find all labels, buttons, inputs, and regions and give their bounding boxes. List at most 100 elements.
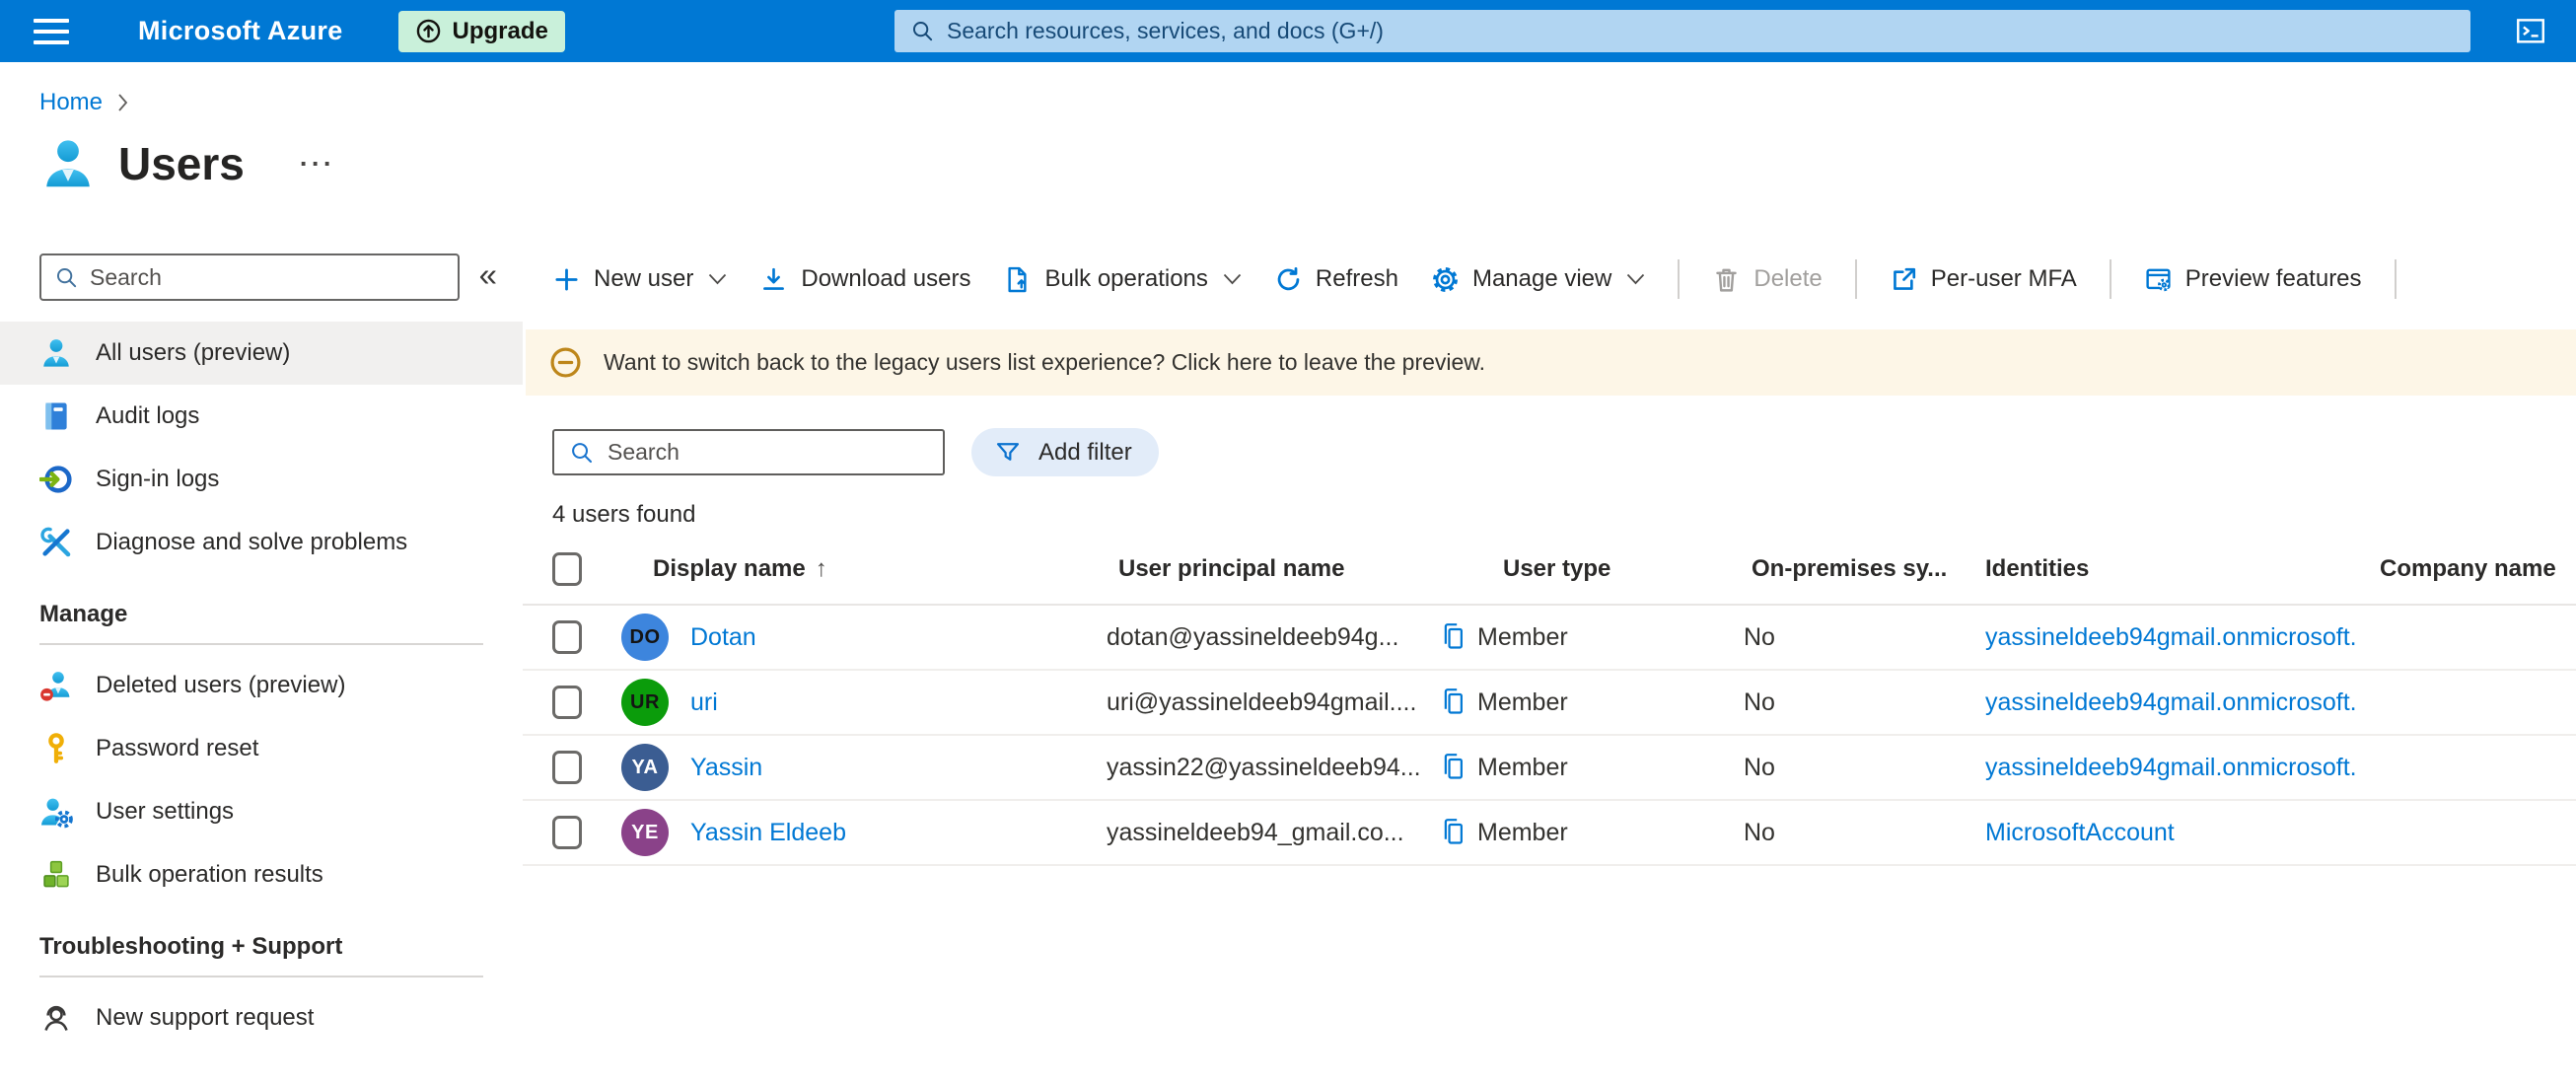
user-name-link[interactable]: uri [690,688,718,717]
sidebar-section-support: Troubleshooting + Support [39,933,343,960]
column-header-user-principal-name[interactable]: User principal name [1107,555,1477,583]
sidebar-search-input[interactable] [90,263,445,291]
chevron-down-icon [706,273,727,285]
refresh-button[interactable]: Refresh [1274,265,1398,294]
sidebar-item-deleted-users[interactable]: Deleted users (preview) [0,654,523,717]
user-name-link[interactable]: Yassin Eldeeb [690,819,846,847]
top-bar: Microsoft Azure Upgrade [0,0,2576,62]
divider [39,976,483,977]
download-icon [759,265,788,294]
manage-view-button[interactable]: Manage view [1431,265,1645,294]
sign-in-logs-icon [39,463,73,496]
sidebar-section-manage: Manage [39,601,128,627]
identities-link[interactable]: yassineldeeb94gmail.onmicrosoft. [1985,754,2380,782]
on-premises-sync: No [1744,687,1775,716]
user-type: Member [1477,622,1568,651]
preview-features-button[interactable]: Preview features [2144,265,2362,294]
list-search [552,429,945,475]
identities-link[interactable]: yassineldeeb94gmail.onmicrosoft. [1985,623,2380,652]
sidebar-item-audit-logs[interactable]: Audit logs [0,385,523,448]
plus-icon [552,265,581,294]
on-premises-sync: No [1744,622,1775,651]
add-filter-button[interactable]: Add filter [971,428,1159,476]
chevron-right-icon [114,92,132,113]
upgrade-button[interactable]: Upgrade [397,10,565,52]
search-icon [910,19,935,43]
content: New user Download users Bulk operations [523,238,2576,866]
row-checkbox[interactable] [552,620,582,654]
sidebar-item-diagnose[interactable]: Diagnose and solve problems [0,511,523,574]
support-request-icon [39,1001,73,1035]
row-checkbox[interactable] [552,686,582,719]
cloud-shell-icon[interactable] [2511,12,2550,49]
copy-icon[interactable] [1438,817,1477,848]
sidebar-item-password-reset[interactable]: Password reset [0,717,523,780]
bulk-results-icon [39,858,73,892]
avatar: UR [621,679,669,726]
deleted-users-icon [39,669,73,702]
row-checkbox[interactable] [552,751,582,784]
search-icon [569,440,595,466]
avatar: YE [621,809,669,856]
delete-button[interactable]: Delete [1712,265,1823,294]
sidebar-item-sign-in-logs[interactable]: Sign-in logs [0,448,523,511]
bulk-operations-button[interactable]: Bulk operations [1003,265,1242,294]
list-search-input[interactable] [608,439,928,466]
table-row: UR uri uri@yassineldeeb94gmail.... Membe… [523,671,2576,736]
page-context-menu-icon[interactable]: ··· [300,149,335,180]
minus-circle-icon [548,345,583,380]
audit-logs-icon [39,399,73,433]
column-header-display-name[interactable]: Display name ↑ [613,555,1107,583]
user-settings-icon [39,795,73,829]
preview-banner: Want to switch back to the legacy users … [526,329,2576,396]
preview-features-icon [2144,265,2173,294]
user-type: Member [1477,818,1568,846]
sidebar-search [39,253,460,301]
toolbar-divider [2394,259,2397,299]
search-icon [54,265,79,290]
user-name-link[interactable]: Yassin [690,754,762,782]
toolbar-divider [1678,259,1681,299]
global-search-input[interactable] [947,18,2455,44]
copy-icon[interactable] [1438,752,1477,783]
divider [39,643,483,645]
password-reset-icon [39,732,73,765]
identities-link[interactable]: yassineldeeb94gmail.onmicrosoft. [1985,688,2380,717]
row-checkbox[interactable] [552,816,582,849]
breadcrumb-home-link[interactable]: Home [39,89,103,116]
user-principal-name: yassineldeeb94_gmail.co... [1107,818,1404,846]
column-header-user-type[interactable]: User type [1477,555,1744,583]
column-header-on-premises-sync[interactable]: On-premises sy... [1744,555,1985,583]
collapse-sidebar-icon[interactable]: « [479,258,497,297]
global-search [894,10,2470,52]
sidebar-item-all-users[interactable]: All users (preview) [0,322,523,385]
on-premises-sync: No [1744,818,1775,846]
user-principal-name: dotan@yassineldeeb94g... [1107,622,1399,651]
chevron-down-icon [1221,273,1242,285]
toolbar-divider [1854,259,1857,299]
download-users-button[interactable]: Download users [759,265,970,294]
column-header-company-name[interactable]: Company name [2380,555,2576,583]
hamburger-menu-icon[interactable] [34,18,69,44]
sidebar-item-new-support-request[interactable]: New support request [0,986,523,1049]
chevron-down-icon [1624,273,1645,285]
filter-bar: Add filter [552,428,2576,476]
gear-icon [1431,265,1460,294]
breadcrumb: Home [39,89,2576,116]
new-user-button[interactable]: New user [552,265,727,294]
sidebar-item-user-settings[interactable]: User settings [0,780,523,843]
per-user-mfa-button[interactable]: Per-user MFA [1890,265,2077,294]
select-all-checkbox[interactable] [552,552,582,586]
results-count: 4 users found [552,501,696,528]
avatar: YA [621,744,669,791]
column-header-identities[interactable]: Identities [1985,555,2380,583]
sidebar-item-bulk-operation-results[interactable]: Bulk operation results [0,843,523,906]
copy-icon[interactable] [1438,621,1477,653]
user-name-link[interactable]: Dotan [690,623,756,652]
avatar: DO [621,614,669,661]
identities-link[interactable]: MicrosoftAccount [1985,819,2380,847]
sidebar: « All users (preview) Audit logs Sign-in… [0,238,523,1049]
banner-message[interactable]: Want to switch back to the legacy users … [604,349,1485,376]
sort-ascending-icon: ↑ [815,555,827,582]
copy-icon[interactable] [1438,687,1477,718]
